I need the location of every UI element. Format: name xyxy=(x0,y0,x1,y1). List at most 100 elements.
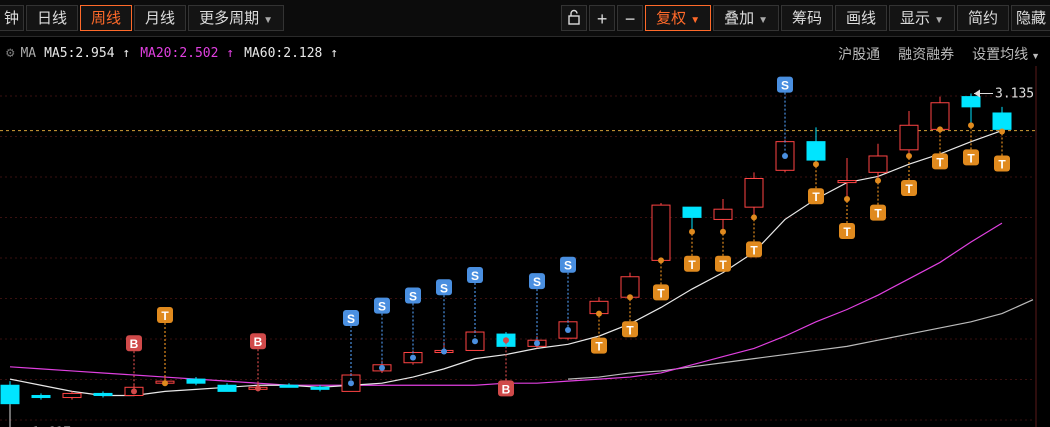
candle-up xyxy=(837,180,857,184)
signal-dot xyxy=(441,348,447,355)
signal-label: S xyxy=(564,259,572,273)
signal-label: S xyxy=(378,300,386,314)
chevron-down-icon: ▼ xyxy=(758,15,769,26)
candle-up xyxy=(62,392,82,399)
signal-label: B xyxy=(254,335,263,349)
signal-label: T xyxy=(161,309,169,323)
margin-trading-link[interactable]: 融资融券 xyxy=(898,44,954,64)
candle-up xyxy=(620,276,640,298)
signal-label: T xyxy=(874,207,882,221)
signal-label: T xyxy=(843,225,851,239)
lock-icon[interactable] xyxy=(561,5,588,31)
signal-label: S xyxy=(440,281,448,295)
signal-dot xyxy=(875,177,881,184)
legend-actions: 沪股通 融资融券 设置均线 ▼ xyxy=(838,44,1040,64)
chevron-down-icon: ▼ xyxy=(690,15,701,26)
overlay-dropdown[interactable]: 叠加 ▼ xyxy=(713,5,780,31)
signal-dot xyxy=(472,338,478,345)
fuquan-label: 复权 xyxy=(656,10,687,27)
candle-up xyxy=(713,208,733,220)
signal-label: T xyxy=(967,151,975,165)
signal-label: S xyxy=(533,275,541,289)
candle-down xyxy=(217,384,237,392)
signal-label: T xyxy=(750,243,758,257)
signal-dot xyxy=(658,257,664,264)
draw-line-button[interactable]: 画线 xyxy=(835,5,888,31)
signal-label: T xyxy=(626,323,634,337)
chevron-down-icon: ▼ xyxy=(934,15,944,26)
candle-up xyxy=(651,204,671,261)
ma60-value: MA60:2.128 ↑ xyxy=(244,45,339,61)
more-periods-dropdown[interactable]: 更多周期 ▼ xyxy=(188,5,284,31)
ma5-value: MA5:2.954 ↑ xyxy=(44,45,131,61)
signal-dot xyxy=(255,385,261,392)
signal-dot xyxy=(627,294,633,301)
signal-label: T xyxy=(905,182,913,196)
high-price-label: 3.135 xyxy=(995,87,1034,102)
signal-label: T xyxy=(998,157,1006,171)
signal-dot xyxy=(162,380,168,387)
ma20-value: MA20:2.502 ↑ xyxy=(140,45,235,61)
kline-chart[interactable]: BTBSSSSSBSSTTTTTTSTTTTTTT3.1351.617 xyxy=(0,66,1050,427)
display-dropdown[interactable]: 显示 ▼ xyxy=(889,5,955,31)
candle-down xyxy=(31,394,51,399)
candle-down xyxy=(279,384,299,388)
signal-label: T xyxy=(688,258,696,272)
signal-label: B xyxy=(130,337,139,351)
signal-dot xyxy=(968,122,974,129)
plus-icon[interactable]: + xyxy=(589,5,616,31)
period-month[interactable]: 月线 xyxy=(134,5,187,31)
candle-up xyxy=(868,155,888,173)
ma-label: MA xyxy=(20,45,37,61)
simple-mode-button[interactable]: 简约 xyxy=(956,5,1009,31)
display-label: 显示 xyxy=(900,10,931,27)
candle-down xyxy=(186,378,206,384)
signal-dot xyxy=(937,126,943,133)
signal-dot xyxy=(565,326,571,333)
set-ma-dropdown[interactable]: 设置均线 ▼ xyxy=(972,44,1040,64)
signal-dot xyxy=(131,388,137,395)
signal-label: T xyxy=(936,155,944,169)
ma20-line xyxy=(9,222,1003,386)
candle-down xyxy=(0,384,20,405)
signal-dot xyxy=(844,196,850,203)
period-day[interactable]: 日线 xyxy=(26,5,79,31)
candle-down xyxy=(682,206,702,218)
signal-label: T xyxy=(595,340,603,354)
gear-icon[interactable]: ⚙ xyxy=(6,45,14,61)
hugutong-link[interactable]: 沪股通 xyxy=(838,44,880,64)
signal-label: S xyxy=(409,289,417,303)
signal-label: S xyxy=(471,269,479,283)
candle-down xyxy=(310,386,330,390)
candle-down xyxy=(806,141,826,161)
candle-down xyxy=(93,392,113,396)
signal-dot xyxy=(410,354,416,361)
candle-down xyxy=(961,96,981,108)
minus-icon[interactable]: − xyxy=(617,5,644,31)
signal-dot xyxy=(999,128,1005,135)
signal-label: T xyxy=(719,258,727,272)
more-periods-label: 更多周期 xyxy=(199,10,260,27)
chart-toolbar: 钟 日线 周线 月线 更多周期 ▼ + − 复权 ▼ 叠加 ▼ 筹码 画线 显示 ▼ 简… xyxy=(0,0,1050,37)
signal-label: B xyxy=(502,382,511,396)
signal-label: T xyxy=(812,190,820,204)
fuquan-dropdown[interactable]: 复权 ▼ xyxy=(645,5,712,31)
signal-dot xyxy=(379,364,385,371)
set-ma-label: 设置均线 xyxy=(972,46,1029,62)
signal-label: S xyxy=(781,79,789,93)
signal-dot xyxy=(720,228,726,235)
overlay-label: 叠加 xyxy=(724,10,755,27)
period-week[interactable]: 周线 xyxy=(80,5,133,31)
signal-dot xyxy=(751,214,757,221)
chips-button[interactable]: 筹码 xyxy=(781,5,834,31)
signal-label: T xyxy=(657,286,665,300)
signal-dot xyxy=(689,228,695,235)
candle-down xyxy=(992,112,1012,130)
period-minute[interactable]: 钟 xyxy=(0,5,25,31)
chevron-down-icon: ▼ xyxy=(1031,51,1040,61)
ma-legend: ⚙ MA MA5:2.954 ↑ MA20:2.502 ↑ MA60:2.128… xyxy=(0,40,1050,66)
signal-label: S xyxy=(347,312,355,326)
signal-dot xyxy=(906,153,912,160)
signal-dot xyxy=(596,310,602,317)
hide-button[interactable]: 隐藏 xyxy=(1010,5,1050,31)
